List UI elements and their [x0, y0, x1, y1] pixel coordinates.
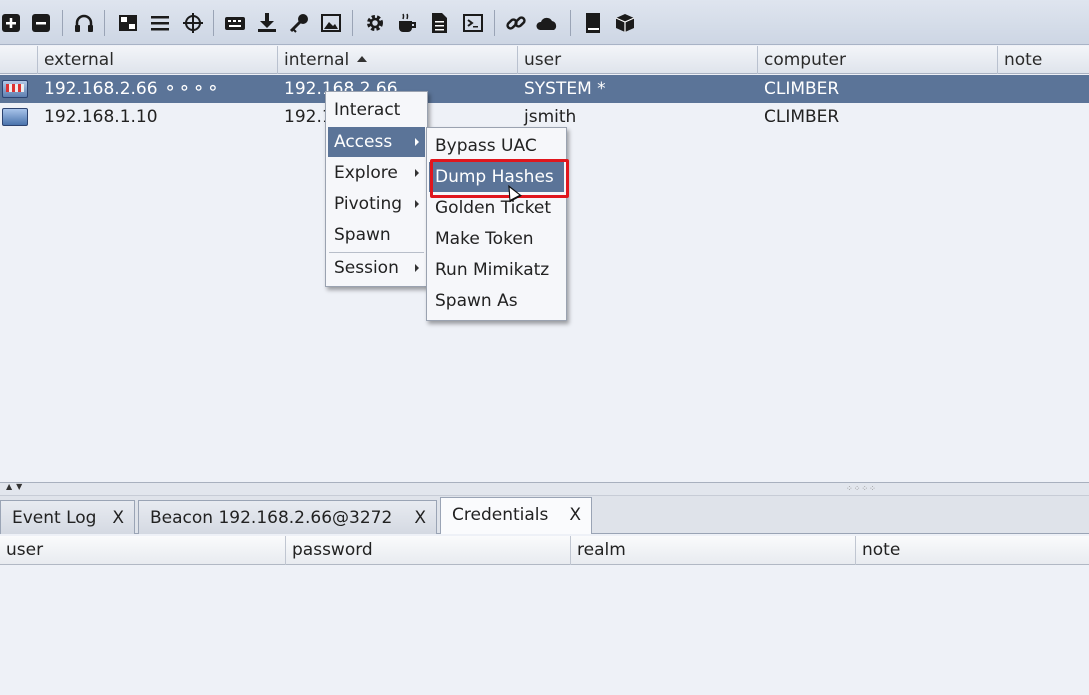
link-icon[interactable] [505, 12, 527, 34]
book-icon[interactable] [582, 12, 604, 34]
cell-user: SYSTEM * [524, 79, 606, 99]
menu-item-bypass-uac[interactable]: Bypass UAC [429, 131, 564, 161]
column-header-external[interactable]: external [38, 46, 278, 74]
submenu-arrow-icon [415, 200, 419, 208]
menu-item-explore[interactable]: Explore [328, 158, 425, 188]
column-header-note[interactable]: note [998, 46, 1089, 74]
targets-table-header: external internal user computer note [0, 46, 1089, 74]
table-row[interactable]: 192.168.2.66 ⚬⚬⚬⚬ 192.168.2.66 SYSTEM * … [0, 75, 1089, 103]
package-icon[interactable] [614, 12, 636, 34]
splitter-grip-icon[interactable]: ⁘⁘⁘⁘ [846, 484, 877, 493]
key-icon[interactable] [288, 12, 310, 34]
cloud-icon[interactable] [536, 12, 558, 34]
submenu-arrow-icon [415, 138, 419, 146]
beacon-monitor-icon [2, 108, 28, 126]
menu-item-session[interactable]: Session [328, 253, 425, 283]
tab-beacon[interactable]: Beacon 192.168.2.66@3272 X [138, 500, 437, 534]
credentials-empty-area [0, 565, 1089, 695]
menu-item-run-mimikatz[interactable]: Run Mimikatz [429, 255, 564, 285]
splitter-arrows-icon[interactable]: ▲▼ [6, 482, 26, 491]
column-header-note[interactable]: note [856, 536, 1089, 565]
plus-icon[interactable] [0, 12, 22, 34]
minus-icon[interactable] [30, 12, 52, 34]
cell-external: 192.168.1.10 [44, 107, 158, 127]
image-icon[interactable] [320, 12, 342, 34]
cell-computer: CLIMBER [764, 107, 840, 127]
highlight-box [430, 159, 569, 198]
close-tab-icon[interactable]: X [414, 501, 426, 535]
toolbar [0, 0, 1089, 45]
access-submenu: Bypass UAC Dump Hashes Golden Ticket Mak… [426, 127, 567, 321]
sort-ascending-icon [357, 56, 368, 62]
menu-item-spawn[interactable]: Spawn [328, 220, 425, 250]
column-header-internal[interactable]: internal [278, 46, 518, 74]
tab-event-log[interactable]: Event Log X [0, 500, 135, 534]
menu-item-spawn-as[interactable]: Spawn As [429, 286, 564, 316]
close-tab-icon[interactable]: X [569, 498, 581, 532]
icon-column-header[interactable] [0, 46, 38, 74]
submenu-arrow-icon [415, 169, 419, 177]
elevated-beacon-icon [2, 80, 28, 98]
headphones-icon[interactable] [73, 12, 95, 34]
menu-item-pivoting[interactable]: Pivoting [328, 189, 425, 219]
tab-bar: Event Log X Beacon 192.168.2.66@3272 X Cre… [0, 496, 1089, 534]
targets-icon[interactable] [117, 12, 139, 34]
tab-credentials[interactable]: Credentials X [440, 497, 592, 534]
submenu-arrow-icon [415, 264, 419, 272]
column-header-user[interactable]: user [518, 46, 758, 74]
column-header-user[interactable]: user [0, 536, 286, 565]
close-tab-icon[interactable]: X [112, 501, 124, 535]
keyboard-icon[interactable] [224, 12, 246, 34]
terminal-icon[interactable] [462, 12, 484, 34]
list-icon[interactable] [149, 12, 171, 34]
cell-external: 192.168.2.66 ⚬⚬⚬⚬ [44, 79, 220, 99]
menu-item-access[interactable]: Access [328, 127, 425, 157]
crosshair-icon[interactable] [182, 12, 204, 34]
context-menu: Interact Access Explore Pivoting Spawn S… [325, 91, 428, 287]
pane-splitter[interactable]: ▲▼ ⁘⁘⁘⁘ [0, 482, 1089, 496]
column-header-realm[interactable]: realm [571, 536, 856, 565]
column-header-computer[interactable]: computer [758, 46, 998, 74]
menu-item-make-token[interactable]: Make Token [429, 224, 564, 254]
document-icon[interactable] [428, 12, 450, 34]
credentials-table-header: user password realm note [0, 536, 1089, 565]
menu-item-interact[interactable]: Interact [328, 95, 425, 125]
gear-icon[interactable] [364, 12, 386, 34]
cell-computer: CLIMBER [764, 79, 840, 99]
coffee-icon[interactable] [396, 12, 418, 34]
column-header-password[interactable]: password [286, 536, 571, 565]
download-icon[interactable] [256, 12, 278, 34]
